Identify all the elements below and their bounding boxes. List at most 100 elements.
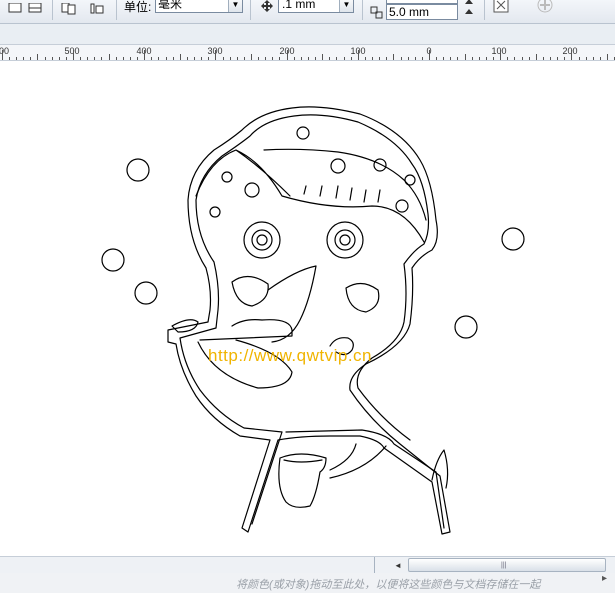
- spin-up-icon[interactable]: [460, 4, 478, 18]
- ruler-tick: [44, 57, 46, 60]
- ruler-tick: [578, 57, 580, 60]
- horizontal-ruler[interactable]: 00 500 400 300 200 100 0 100 200: [0, 44, 615, 61]
- ruler-tick: [514, 57, 516, 60]
- ruler-tick: [464, 54, 466, 60]
- ruler-tick: [137, 57, 139, 60]
- bubble: [454, 315, 478, 339]
- unit-select[interactable]: 毫米 ▼: [155, 0, 243, 13]
- ruler-tick: [8, 57, 10, 60]
- ruler-tick: [592, 57, 594, 60]
- ruler-tick: [379, 57, 381, 60]
- ruler-tick: [115, 57, 117, 60]
- ruler-tick: [129, 57, 131, 60]
- chevron-right-icon[interactable]: ▸: [602, 573, 607, 584]
- ruler-tick: [243, 57, 245, 60]
- ruler-tick: [542, 57, 544, 60]
- nudge-distance-input[interactable]: .1 mm ▼: [278, 0, 354, 13]
- chevron-down-icon[interactable]: ▼: [228, 0, 242, 12]
- toothbrush: [171, 319, 199, 333]
- ruler-tick: [414, 57, 416, 60]
- ruler-tick: [165, 57, 167, 60]
- page-layout-icon[interactable]: [6, 0, 24, 18]
- ruler-tick: [258, 57, 260, 60]
- ruler-tick: [172, 57, 174, 60]
- ruler-tick: [80, 57, 82, 60]
- ruler-tick: [372, 57, 374, 60]
- left-eye: [243, 221, 281, 259]
- bubble: [134, 281, 158, 305]
- ruler-tick: [229, 57, 231, 60]
- ruler-tick: [357, 50, 359, 60]
- body-inner-outline: [179, 114, 445, 529]
- toolbar-gap: [0, 24, 615, 44]
- document-palette-bar[interactable]: 将颜色(或对象)拖动至此处，以便将这些颜色与文档存储在一起 ▸: [0, 573, 615, 593]
- ruler-tick: [37, 54, 39, 60]
- ruler-tick: [251, 54, 252, 60]
- ruler-tick: [208, 57, 210, 60]
- ruler-tick: [407, 57, 409, 60]
- ruler-tick: [179, 54, 181, 60]
- ruler-tick: [265, 57, 267, 60]
- ruler-tick: [58, 57, 60, 60]
- ruler-tick: [186, 57, 188, 60]
- ruler-tick: [343, 57, 345, 60]
- ruler-tick: [421, 57, 423, 60]
- ruler-tick: [557, 57, 559, 60]
- grip-icon: |||: [501, 562, 507, 569]
- landscape-icon[interactable]: [26, 0, 44, 18]
- ruler-tick: [450, 57, 452, 60]
- bubble: [101, 248, 125, 272]
- ruler-tick: [393, 54, 395, 60]
- ruler-tick: [51, 57, 53, 60]
- ruler-tick: [364, 57, 366, 60]
- ruler-tick: [535, 54, 537, 60]
- scroll-thumb[interactable]: |||: [408, 558, 606, 572]
- ruler-tick: [1, 50, 3, 60]
- ruler-tick: [101, 57, 103, 60]
- ruler-tick: [215, 50, 217, 60]
- spin-down-icon[interactable]: ▼: [339, 0, 353, 12]
- ruler-tick: [457, 57, 459, 60]
- horizontal-scrollbar[interactable]: ◄ |||: [0, 556, 615, 573]
- add-icon[interactable]: [536, 0, 554, 14]
- duplicate-y-input[interactable]: 5.0 mm: [386, 4, 458, 20]
- ruler-tick: [493, 57, 495, 60]
- ruler-tick: [293, 57, 295, 60]
- ruler-tick: [23, 57, 25, 60]
- ruler-tick: [201, 57, 203, 60]
- ruler-tick: [429, 50, 430, 60]
- ruler-tick: [151, 57, 153, 60]
- ruler-tick: [279, 57, 281, 60]
- ruler-tick: [528, 57, 530, 60]
- scroll-splitter[interactable]: [374, 557, 375, 573]
- ruler-tick: [322, 54, 324, 60]
- ruler-tick: [521, 57, 523, 60]
- hat-outline: [195, 148, 427, 243]
- ruler-tick: [329, 57, 331, 60]
- cartoon-drawing[interactable]: [0, 62, 615, 556]
- snap-icon[interactable]: [492, 0, 510, 14]
- ruler-label: 100: [491, 46, 507, 56]
- right-eye: [326, 221, 364, 259]
- ruler-tick: [507, 57, 509, 60]
- ruler-tick: [194, 57, 196, 60]
- watermark-text: http://www.qwtvip.cn: [208, 346, 373, 365]
- ruler-tick: [550, 57, 552, 60]
- scroll-left-icon[interactable]: ◄: [390, 558, 406, 572]
- ruler-tick: [478, 57, 480, 60]
- property-bar: 单位: 毫米 ▼ .1 mm ▼ 5.0 mm: [0, 0, 615, 24]
- ruler-tick: [315, 57, 317, 60]
- all-pages-icon[interactable]: [60, 0, 78, 18]
- ruler-tick: [286, 50, 288, 60]
- palette-hint: 将颜色(或对象)拖动至此处，以便将这些颜色与文档存储在一起: [236, 579, 541, 591]
- body-outline: [167, 106, 451, 535]
- duplicate-y-value: 5.0 mm: [389, 5, 430, 19]
- current-page-icon[interactable]: [88, 0, 106, 18]
- nudge-icon: [258, 0, 276, 15]
- ruler-tick: [607, 54, 608, 60]
- ruler-tick: [599, 57, 601, 60]
- ruler-tick: [471, 57, 473, 60]
- ruler-tick: [386, 57, 388, 60]
- drawing-canvas[interactable]: http://www.qwtvip.cn: [0, 62, 615, 556]
- ruler-tick: [585, 57, 587, 60]
